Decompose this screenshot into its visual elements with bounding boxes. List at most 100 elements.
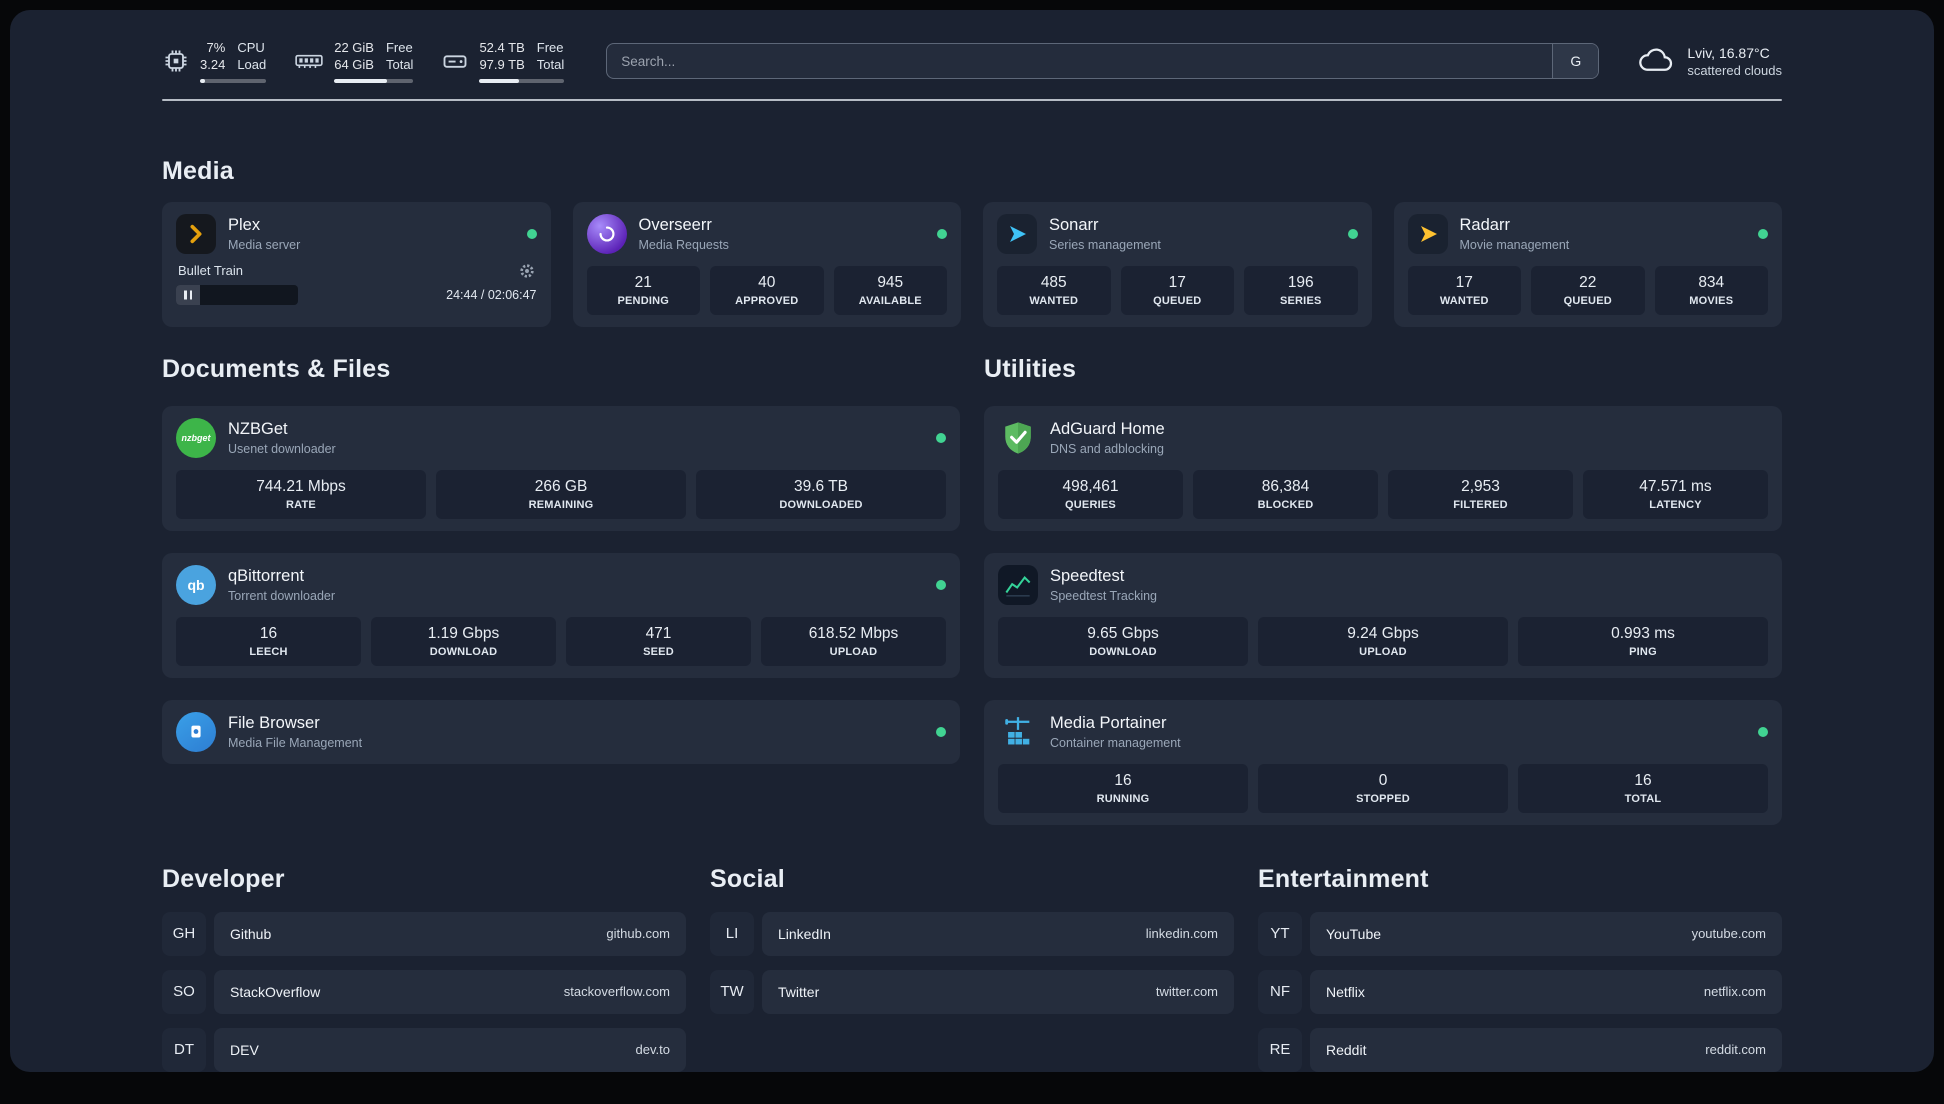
bookmark-name: Twitter: [778, 983, 820, 1000]
status-dot: [1758, 726, 1768, 737]
bookmark-name: Netflix: [1326, 983, 1365, 1000]
section-title-social: Social: [710, 864, 785, 893]
top-bar: 7% 3.24 CPU Load 22 GiB 64 GiB Free Tota…: [162, 40, 1782, 83]
stat-box: 1.19 Gbps DOWNLOAD: [371, 616, 556, 666]
service-card-radarr[interactable]: Radarr Movie management 17 WANTED 22 QUE…: [1393, 201, 1782, 327]
bookmark-github[interactable]: GH Github github.com: [162, 911, 686, 956]
stat-box: 196 SERIES: [1244, 265, 1358, 315]
stat-box: 0.993 ms PING: [1518, 616, 1768, 666]
search-provider-button[interactable]: G: [1552, 44, 1599, 79]
stat-box: 40 APPROVED: [710, 265, 824, 315]
service-name: Overseerr: [638, 215, 712, 234]
disk-label: Free: [536, 40, 564, 55]
disk-total: 97.9 TB: [479, 56, 525, 72]
service-name: NZBGet: [228, 419, 288, 438]
bookmark-abbr: LI: [710, 911, 754, 956]
bookmark-reddit[interactable]: RE Reddit reddit.com: [1258, 1027, 1782, 1072]
service-card-nzbget[interactable]: nzbget NZBGet Usenet downloader 744.21 M…: [162, 405, 960, 531]
pause-icon[interactable]: [184, 290, 192, 300]
stat-box: 16 LEECH: [176, 616, 361, 666]
bookmark-url: dev.to: [635, 1042, 670, 1058]
stat-box: 86,384 BLOCKED: [1193, 469, 1378, 519]
search-input[interactable]: [607, 44, 1553, 79]
section-title-media: Media: [162, 156, 234, 185]
plex-now-playing: Bullet Train 24:44 / 02:06:47: [176, 263, 537, 305]
stat-box: 39.6 TB DOWNLOADED: [696, 469, 946, 519]
section-title-utilities: Utilities: [984, 354, 1077, 383]
service-desc: Series management: [1049, 237, 1161, 252]
section-utilities: Utilities AdGuard Home DNS and adblockin…: [984, 355, 1782, 825]
service-name: Plex: [228, 215, 261, 234]
service-name: Media Portainer: [1050, 713, 1167, 732]
service-desc: Speedtest Tracking: [1050, 588, 1158, 603]
bookmark-abbr: DT: [162, 1027, 206, 1072]
section-documents: Documents & Files nzbget NZBGet Usenet d…: [162, 355, 960, 825]
service-name: Speedtest: [1050, 566, 1125, 585]
status-dot: [936, 432, 946, 443]
stat-box: 9.24 Gbps UPLOAD: [1258, 616, 1508, 666]
service-desc: Container management: [1050, 735, 1181, 750]
service-name: Sonarr: [1049, 215, 1099, 234]
bookmark-name: Github: [230, 925, 272, 942]
bookmark-dev[interactable]: DT DEV dev.to: [162, 1027, 686, 1072]
service-desc: Media server: [228, 237, 301, 252]
adguard-icon: [998, 418, 1038, 458]
stat-box: 744.21 Mbps RATE: [176, 469, 426, 519]
bookmark-netflix[interactable]: NF Netflix netflix.com: [1258, 969, 1782, 1014]
bookmark-stackoverflow[interactable]: SO StackOverflow stackoverflow.com: [162, 969, 686, 1014]
stat-box: 9.65 Gbps DOWNLOAD: [998, 616, 1248, 666]
cpu-bar: [200, 78, 267, 83]
bookmark-abbr: YT: [1258, 911, 1302, 956]
status-dot: [936, 579, 946, 590]
plex-icon: [176, 213, 216, 254]
cpu-load: 3.24: [200, 56, 226, 72]
gear-icon[interactable]: [519, 263, 535, 279]
bookmark-abbr: RE: [1258, 1027, 1302, 1072]
service-card-speedtest[interactable]: Speedtest Speedtest Tracking 9.65 Gbps D…: [984, 552, 1782, 678]
cloud-icon: [1635, 46, 1677, 76]
service-desc: Media Requests: [638, 237, 729, 252]
service-card-overseerr[interactable]: Overseerr Media Requests 21 PENDING 40 A…: [572, 201, 961, 327]
cpu-label: CPU: [237, 40, 265, 55]
bookmark-url: netflix.com: [1703, 984, 1766, 1000]
service-card-qbittorrent[interactable]: qb qBittorrent Torrent downloader 16 LEE…: [162, 552, 960, 678]
service-name: Radarr: [1459, 215, 1510, 234]
stat-box: 17 QUEUED: [1120, 265, 1234, 315]
stat-box: 47.571 ms LATENCY: [1583, 469, 1768, 519]
cpu-percent: 7%: [206, 40, 226, 55]
disk-icon: [441, 47, 469, 75]
topbar-divider: [162, 98, 1782, 101]
bookmark-youtube[interactable]: YT YouTube youtube.com: [1258, 911, 1782, 956]
playback-progress-bar[interactable]: [176, 284, 298, 305]
now-playing-track: Bullet Train: [178, 263, 244, 279]
filebrowser-icon: [176, 711, 216, 752]
memory-free: 22 GiB: [334, 40, 374, 55]
service-card-filebrowser[interactable]: File Browser Media File Management: [162, 699, 960, 764]
bookmark-group-social: Social LI LinkedIn linkedin.com TW Twitt…: [710, 865, 1234, 1072]
service-card-portainer[interactable]: Media Portainer Container management 16 …: [984, 699, 1782, 825]
bookmark-url: github.com: [606, 926, 670, 942]
disk-label-2: Total: [536, 56, 565, 72]
dashboard-page: 7% 3.24 CPU Load 22 GiB 64 GiB Free Tota…: [10, 10, 1934, 1072]
bookmark-name: DEV: [230, 1041, 259, 1058]
stat-box: 498,461 QUERIES: [998, 469, 1183, 519]
service-card-adguard[interactable]: AdGuard Home DNS and adblocking 498,461 …: [984, 405, 1782, 531]
service-name: AdGuard Home: [1050, 419, 1165, 438]
service-card-plex[interactable]: Plex Media server Bullet Train 24:44 / 0…: [162, 201, 551, 327]
service-name: File Browser: [228, 713, 320, 732]
service-desc: Usenet downloader: [228, 441, 336, 456]
stat-box: 16 RUNNING: [998, 763, 1248, 813]
stat-box: 471 SEED: [566, 616, 751, 666]
status-dot: [1758, 228, 1768, 239]
stat-box: 834 MOVIES: [1654, 265, 1768, 315]
section-title-developer: Developer: [162, 864, 285, 893]
cpu-icon: [162, 47, 190, 75]
bookmark-linkedin[interactable]: LI LinkedIn linkedin.com: [710, 911, 1234, 956]
service-card-sonarr[interactable]: Sonarr Series management 485 WANTED 17 Q…: [983, 201, 1372, 327]
radarr-icon: [1407, 213, 1448, 254]
bookmark-twitter[interactable]: TW Twitter twitter.com: [710, 969, 1234, 1014]
disk-widget: 52.4 TB 97.9 TB Free Total: [441, 40, 565, 83]
qbittorrent-icon: qb: [176, 564, 216, 605]
service-desc: Movie management: [1459, 237, 1570, 252]
bookmark-name: LinkedIn: [778, 925, 831, 942]
